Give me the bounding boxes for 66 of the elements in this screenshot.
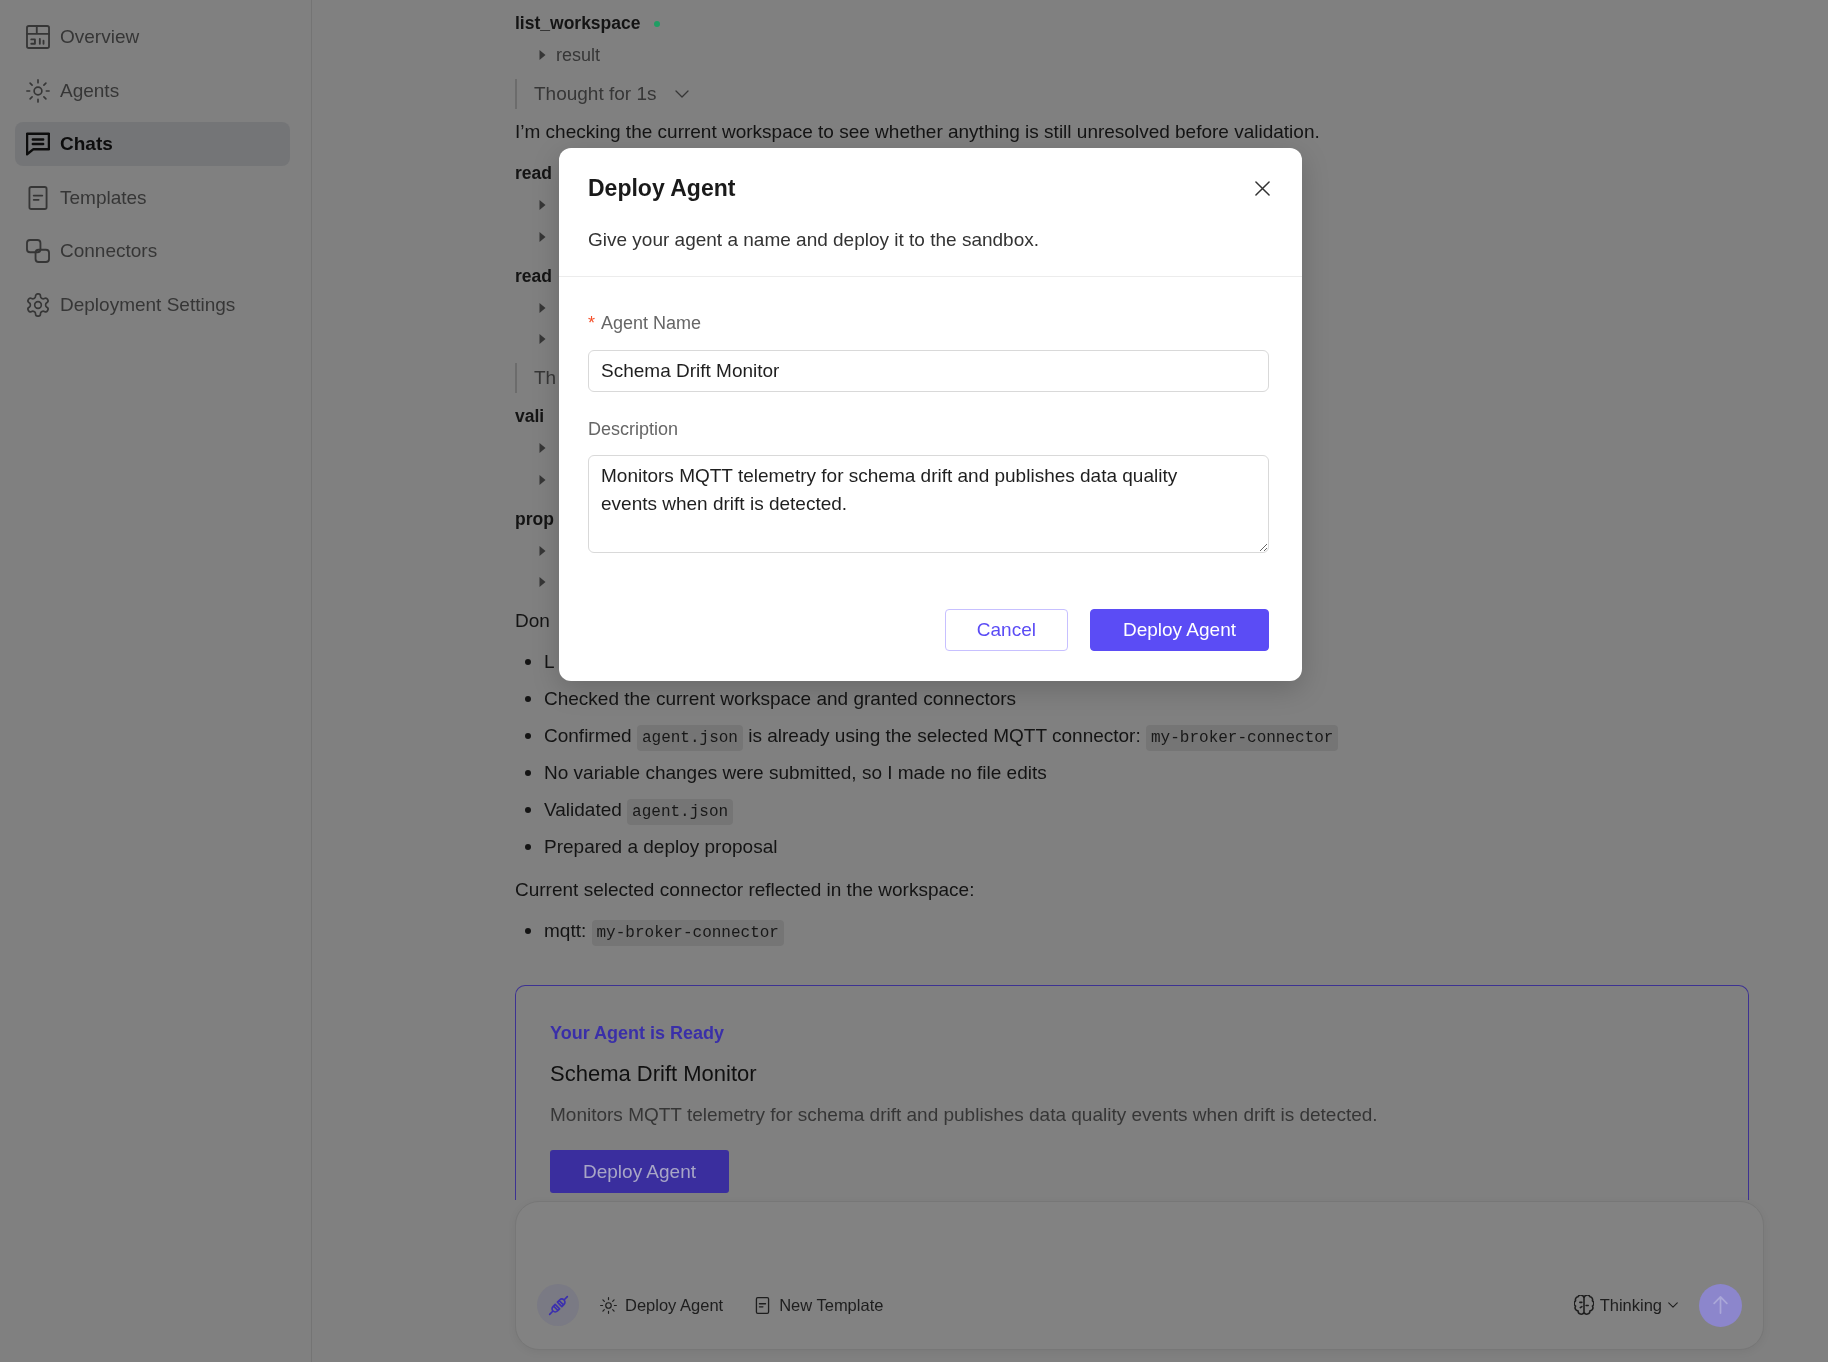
deploy-agent-button[interactable]: Deploy Agent — [1089, 609, 1269, 651]
caret-right-icon[interactable] — [539, 231, 546, 242]
field-label: Agent Name — [601, 312, 702, 334]
bullet-icon — [525, 770, 531, 776]
list-item-text: Prepared a deploy proposal — [544, 836, 778, 858]
bullet-icon — [525, 928, 531, 934]
sidebar-item[interactable]: Connectors — [15, 229, 290, 273]
document-icon — [26, 185, 50, 210]
sun-icon — [26, 78, 50, 103]
chevron-down-icon — [1668, 1302, 1678, 1308]
text-input[interactable]: Schema Drift Monitor — [588, 350, 1269, 392]
caret-right-icon[interactable] — [539, 577, 546, 588]
bullet-icon — [525, 807, 531, 813]
overlapping-squares-icon — [26, 239, 50, 263]
tool-name: read — [515, 163, 552, 185]
description-textarea[interactable]: Monitors MQTT telemetry for schema drift and publishes data quality events when drift is detected. — [588, 455, 1269, 553]
sun-icon — [600, 1296, 617, 1314]
list-item-text: Checked the current workspace and granted connectors — [544, 688, 1017, 710]
required-mark: * — [588, 312, 595, 334]
toolbar-button[interactable]: Deploy Agent — [600, 1295, 724, 1315]
arrow-up-icon — [1713, 1296, 1728, 1314]
dialog-title: Deploy Agent — [588, 174, 736, 202]
caret-right-icon[interactable] — [539, 443, 546, 454]
sidebar-item[interactable]: Chats — [15, 122, 290, 166]
connector-button[interactable] — [537, 1284, 579, 1326]
agent-description: Monitors MQTT telemetry for schema drift and publishes data quality events when drift is detected. — [550, 1103, 1378, 1127]
caret-right-icon[interactable] — [539, 334, 546, 345]
field-label: Description — [588, 418, 679, 440]
thought-toggle[interactable]: Th — [534, 367, 557, 389]
tool-name: prop — [515, 508, 554, 530]
tool-name: vali — [515, 406, 545, 428]
bullet-icon — [525, 696, 531, 702]
cancel-button[interactable]: Cancel — [944, 609, 1068, 651]
dashboard-icon — [26, 25, 50, 49]
bullet-icon — [525, 733, 531, 739]
thought-toggle[interactable]: Thought for 1s — [534, 83, 689, 105]
agent-name: Schema Drift Monitor — [550, 1060, 757, 1088]
tool-name: list_workspace — [515, 13, 641, 35]
brain-icon — [1573, 1295, 1594, 1315]
bullet-icon — [525, 844, 531, 850]
caret-right-icon[interactable] — [539, 545, 546, 556]
deploy-agent-button[interactable]: Deploy Agent — [550, 1150, 730, 1193]
toolbar-button[interactable]: New Template — [754, 1295, 884, 1315]
document-icon — [754, 1296, 772, 1314]
caret-right-icon[interactable] — [539, 302, 546, 313]
thinking-mode-dropdown[interactable]: Thinking — [1573, 1295, 1678, 1315]
disclosure-toggle[interactable]: result — [539, 44, 600, 66]
caret-right-icon[interactable] — [539, 200, 546, 211]
sidebar-item[interactable]: Overview — [15, 15, 290, 59]
message-text: Current selected connector reflected in the workspace: — [515, 878, 975, 902]
message-text: Don — [515, 609, 550, 633]
sidebar-item[interactable]: Templates — [15, 175, 290, 220]
list-item-text: L — [544, 651, 555, 673]
bullet-icon — [525, 659, 531, 665]
card-eyebrow: Your Agent is Ready — [550, 1022, 725, 1045]
close-icon — [1254, 180, 1270, 196]
settings-icon — [26, 292, 50, 317]
tool-name: read — [515, 265, 552, 287]
sidebar-item[interactable]: Deployment Settings — [15, 282, 290, 327]
caret-right-icon[interactable] — [539, 474, 546, 485]
sidebar-item[interactable]: Agents — [15, 68, 290, 113]
plug-icon — [547, 1294, 569, 1316]
dialog-subtitle: Give your agent a name and deploy it to the sandbox. — [588, 228, 1040, 252]
chat-bubble-icon — [26, 132, 50, 156]
message-text: I’m checking the current workspace to see whether anything is still unresolved before validation. — [515, 120, 1320, 144]
list-item-text: No variable changes were submitted, so I made no file edits — [544, 762, 1047, 784]
